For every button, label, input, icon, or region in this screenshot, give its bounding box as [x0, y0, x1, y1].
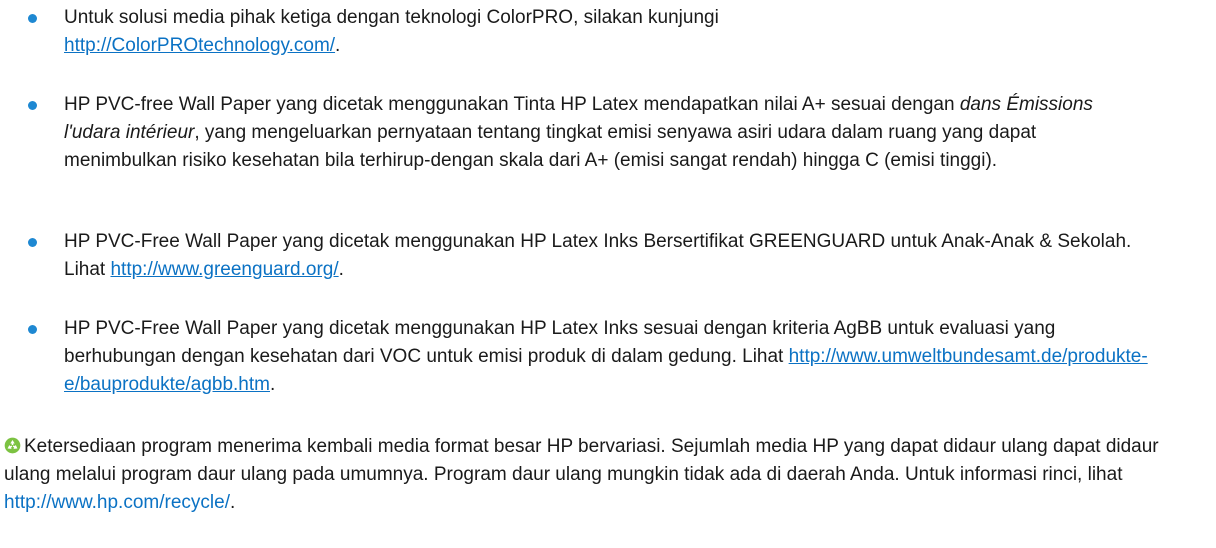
item-text: HP PVC-free Wall Paper yang dicetak meng… [64, 94, 955, 115]
bullet-dot [28, 14, 37, 23]
bullet-dot [28, 101, 37, 110]
greenguard-link[interactable]: http://www.greenguard.org/ [110, 259, 338, 280]
recycle-icon [4, 437, 21, 454]
bullet-dot [28, 325, 37, 334]
hp-recycle-link[interactable]: http://www.hp.com/recycle/ [4, 492, 230, 513]
item-text: Untuk solusi media pihak ketiga dengan t… [64, 7, 719, 28]
recycle-text: Ketersediaan program menerima kembali me… [4, 436, 1159, 485]
recycle-paragraph: Ketersediaan program menerima kembali me… [4, 436, 1159, 513]
colorpro-link[interactable]: http://ColorPROtechnology.com/ [64, 35, 335, 56]
bullet-dot [28, 238, 37, 247]
